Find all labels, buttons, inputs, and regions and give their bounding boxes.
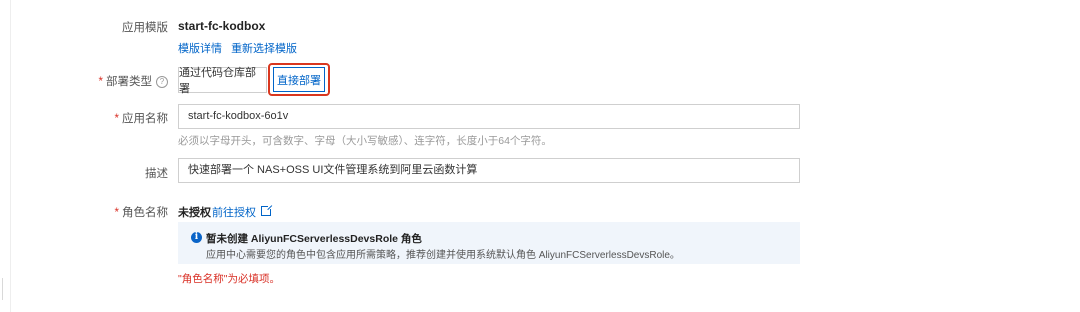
question-circle-icon[interactable]: ?	[156, 76, 168, 88]
required-mark: *	[98, 76, 103, 88]
app-name-label: * 应用名称	[114, 113, 168, 125]
notice-body: 应用中心需要您的角色中包含应用所需策略，推荐创建并使用系统默认角色 Aliyun…	[206, 250, 680, 261]
template-label: 应用模版	[122, 22, 168, 34]
authorize-link-text[interactable]: 前往授权	[212, 207, 256, 219]
description-input[interactable]: 快速部署一个 NAS+OSS UI文件管理系统到阿里云函数计算	[178, 158, 800, 183]
notice-title: 暂未创建 AliyunFCServerlessDevsRole 角色	[206, 233, 422, 245]
external-link-icon	[261, 204, 273, 216]
description-label: 描述	[145, 168, 168, 180]
info-icon: i	[191, 232, 202, 243]
required-mark: *	[114, 113, 119, 125]
role-error-message: "角色名称"为必填项。	[178, 273, 280, 285]
template-details-link[interactable]: 模版详情	[178, 43, 222, 55]
role-notice: i 暂未创建 AliyunFCServerlessDevsRole 角色 应用中…	[178, 222, 800, 264]
direct-deploy-button[interactable]: 直接部署	[273, 67, 325, 92]
role-label: * 角色名称	[114, 207, 168, 219]
role-status: 未授权	[178, 207, 211, 219]
form-panel	[10, 0, 1080, 312]
deploy-type-label: * 部署类型?	[99, 73, 168, 89]
app-name-hint: 必须以字母开头，可含数字、字母（大小写敏感）、连字符，长度小于64个字符。	[178, 135, 552, 147]
app-name-input[interactable]: start-fc-kodbox-6o1v	[178, 104, 800, 129]
panel-edge	[2, 278, 3, 300]
template-links: 模版详情 重新选择模版	[178, 40, 297, 56]
deploy-from-repo-button[interactable]: 通过代码仓库部署	[178, 67, 267, 95]
template-name: start-fc-kodbox	[178, 19, 266, 33]
required-mark: *	[114, 207, 119, 219]
authorize-link[interactable]: 前往授权	[212, 204, 273, 220]
reselect-template-link[interactable]: 重新选择模版	[231, 43, 297, 55]
